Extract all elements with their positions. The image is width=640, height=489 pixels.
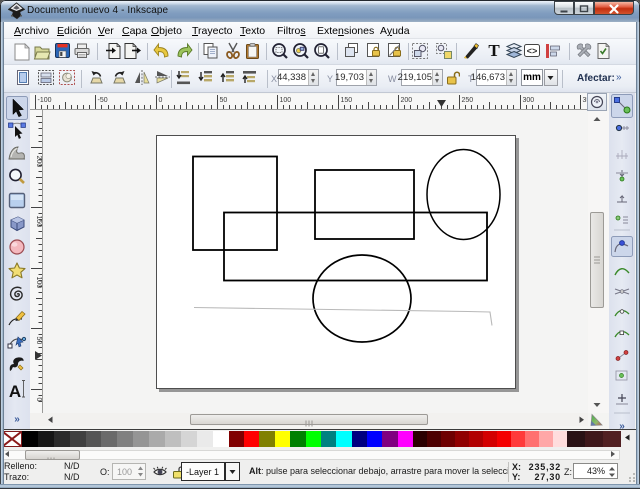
- svg-text:300: 300: [523, 97, 535, 104]
- svg-text:-50: -50: [98, 97, 108, 104]
- svg-text:50: 50: [220, 97, 228, 104]
- svg-text:200: 200: [35, 156, 42, 168]
- svg-text:50: 50: [35, 337, 42, 345]
- svg-text:200: 200: [401, 97, 413, 104]
- svg-text:0: 0: [159, 97, 163, 104]
- svg-text:250: 250: [462, 97, 474, 104]
- svg-text:150: 150: [35, 216, 42, 228]
- svg-text:»: »: [14, 414, 20, 425]
- svg-text:T: T: [488, 41, 500, 60]
- svg-text:0: 0: [35, 398, 42, 402]
- svg-text:100: 100: [35, 277, 42, 289]
- svg-text:<>: <>: [527, 47, 538, 57]
- svg-text:A: A: [9, 382, 21, 401]
- svg-text:100: 100: [280, 97, 292, 104]
- svg-text:150: 150: [341, 97, 353, 104]
